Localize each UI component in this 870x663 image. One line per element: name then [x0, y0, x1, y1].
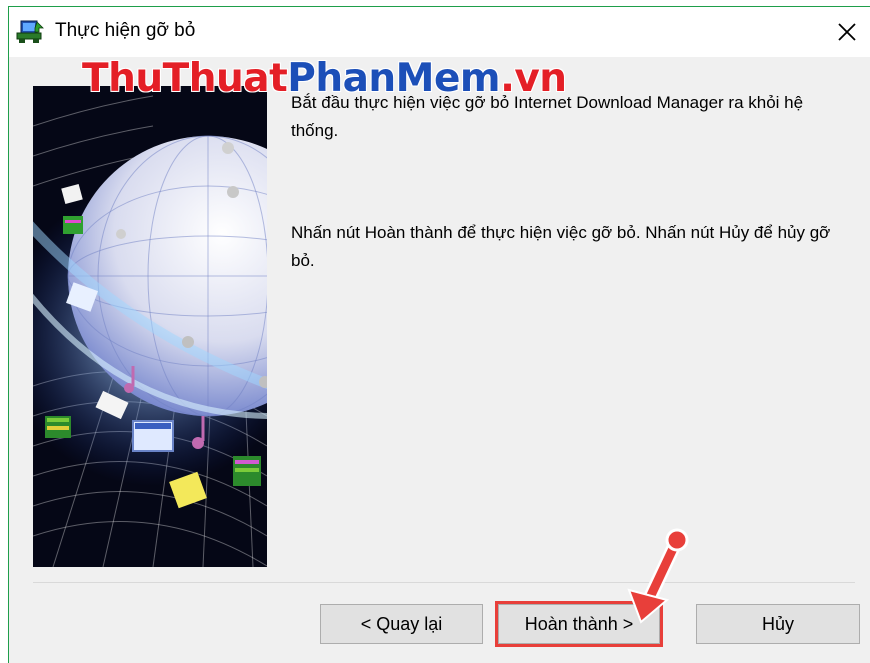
finish-button[interactable]: Hoàn thành >	[498, 604, 660, 644]
watermark-part2: PhanMem	[286, 55, 501, 102]
close-icon	[838, 23, 856, 41]
installer-side-graphic	[33, 86, 267, 567]
cancel-button[interactable]: Hủy	[696, 604, 860, 644]
globe-illustration	[33, 86, 267, 567]
watermark-part3: .vn	[499, 55, 568, 102]
title-bar: Thực hiện gỡ bỏ	[9, 7, 870, 57]
watermark-logo: ThuThuatPhanMem.vn	[81, 55, 568, 102]
installer-computer-icon	[16, 20, 44, 43]
close-button[interactable]	[830, 15, 864, 49]
window-title: Thực hiện gỡ bỏ	[55, 20, 196, 41]
uninstall-instruction-text: Nhấn nút Hoàn thành để thực hiện việc gỡ…	[291, 223, 831, 270]
footer-divider	[33, 582, 855, 583]
watermark-part1: ThuThuat	[81, 55, 288, 102]
uninstall-dialog: Thực hiện gỡ bỏ Bắt đầu thực hiện việc g…	[8, 6, 870, 663]
back-button[interactable]: < Quay lại	[320, 604, 483, 644]
